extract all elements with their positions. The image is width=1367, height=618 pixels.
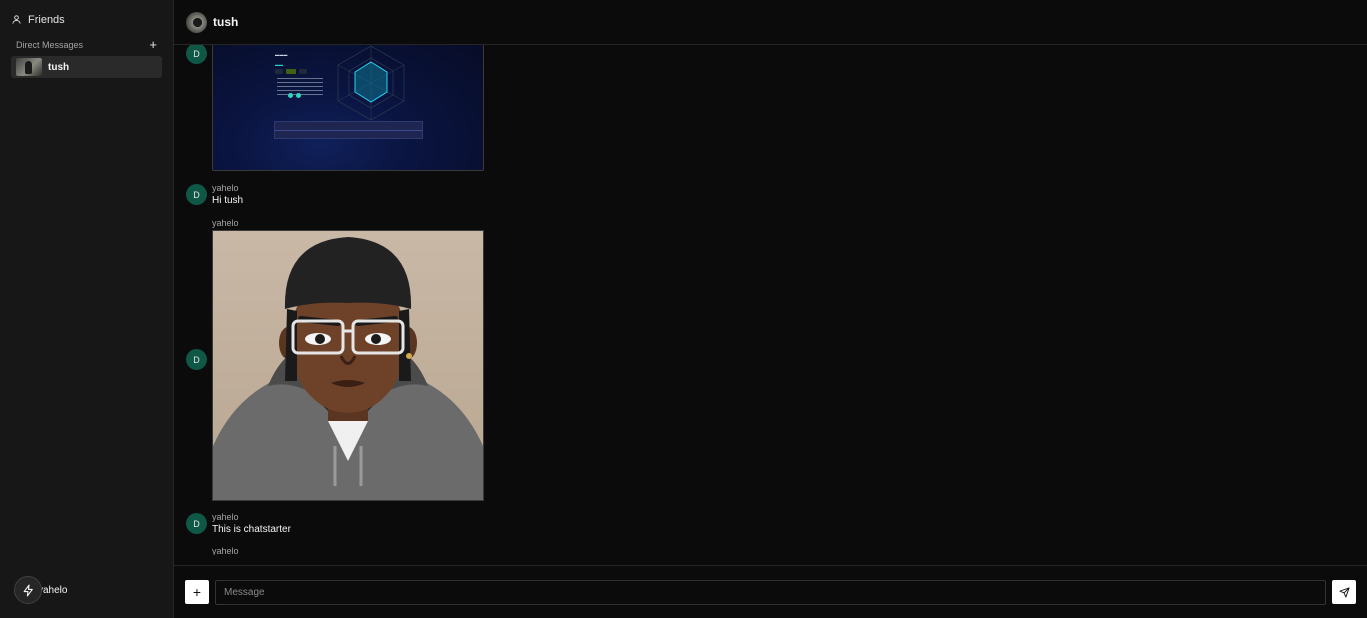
user-icon (12, 15, 21, 24)
message-text: Hi tush (212, 195, 244, 206)
chat-main: tush D ▬▬▬ ▬▬ D yahelo Hi tush yahelo D … (174, 0, 1367, 618)
current-user[interactable]: yahelo (14, 576, 67, 604)
image-detail (274, 121, 423, 139)
message-avatar: D (186, 349, 207, 370)
message-image[interactable]: ▬▬▬ ▬▬ (212, 45, 484, 171)
message-avatar: D (186, 513, 207, 534)
dm-item-tush[interactable]: tush (11, 56, 162, 78)
image-detail: ▬▬ (275, 62, 283, 67)
chat-header: tush (174, 0, 1367, 45)
image-detail (288, 93, 301, 98)
sidebar: Friends Direct Messages + tush yahelo (0, 0, 174, 618)
attach-button[interactable]: + (185, 580, 209, 604)
message-input[interactable] (215, 579, 1326, 605)
radar-graphic (337, 45, 405, 120)
friends-nav-item[interactable]: Friends (0, 0, 173, 28)
current-user-name: yahelo (38, 584, 68, 596)
image-detail: ▬▬▬ (275, 52, 288, 57)
friends-label: Friends (28, 13, 65, 26)
message-avatar: D (186, 45, 207, 64)
add-dm-icon[interactable]: + (149, 38, 157, 51)
message-image[interactable] (212, 230, 484, 501)
dm-section-header: Direct Messages + (0, 38, 173, 51)
bolt-icon[interactable] (14, 576, 42, 604)
message-avatar: D (186, 184, 207, 205)
dm-item-label: tush (48, 61, 70, 73)
message-author: yahelo (212, 218, 239, 228)
message-author: yahelo (212, 512, 239, 522)
channel-title: tush (213, 15, 239, 29)
message-list[interactable]: D ▬▬▬ ▬▬ D yahelo Hi tush yahelo D D yah… (174, 45, 1367, 565)
portrait-illustration (213, 237, 483, 500)
message-text: This is chatstarter (212, 524, 291, 535)
send-icon (1338, 586, 1350, 598)
avatar (186, 11, 207, 33)
dm-section-label: Direct Messages (16, 39, 84, 50)
app: Friends Direct Messages + tush yahelo tu… (0, 0, 1367, 618)
message-author: yahelo (212, 546, 239, 555)
image-detail (275, 69, 307, 74)
plus-icon: + (192, 584, 202, 600)
message-author: yahelo (212, 183, 239, 193)
send-button[interactable] (1332, 580, 1356, 604)
message-composer: + (174, 565, 1367, 618)
avatar (16, 58, 42, 76)
